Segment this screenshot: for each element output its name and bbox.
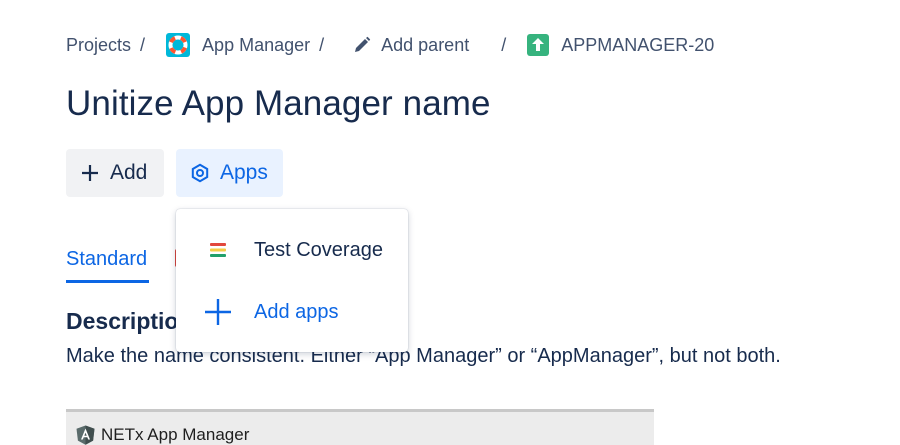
breadcrumb-separator: / xyxy=(319,34,325,55)
lifebuoy-icon xyxy=(166,33,191,57)
add-button[interactable]: Add xyxy=(66,149,164,197)
content-tabs: Standard xyxy=(66,246,185,283)
pencil-icon[interactable] xyxy=(353,36,371,54)
breadcrumb-issue-key[interactable]: APPMANAGER-20 xyxy=(561,35,714,56)
plus-icon xyxy=(80,163,100,183)
breadcrumb-separator: / xyxy=(501,34,507,55)
embed-title-text: NETx App Manager xyxy=(101,425,250,444)
apps-button-label: Apps xyxy=(220,161,268,184)
breadcrumb-separator: / xyxy=(140,34,146,55)
embed-title-bar: NETx App Manager xyxy=(76,425,249,445)
test-coverage-icon xyxy=(203,235,233,265)
breadcrumb: Projects / App Manager / Add parent / AP… xyxy=(66,33,714,57)
menu-item-label: Add apps xyxy=(254,300,339,323)
angular-logo-icon xyxy=(76,425,95,445)
menu-item-label: Test Coverage xyxy=(254,238,383,261)
breadcrumb-add-parent[interactable]: Add parent xyxy=(381,35,469,56)
tab-standard[interactable]: Standard xyxy=(66,246,149,283)
apps-hexagon-icon xyxy=(190,163,210,183)
apps-button[interactable]: Apps xyxy=(176,149,283,197)
embedded-window: NETx App Manager xyxy=(66,409,654,445)
description-heading: Description xyxy=(66,308,193,334)
menu-item-add-apps[interactable]: Add apps xyxy=(176,287,408,337)
add-button-label: Add xyxy=(110,161,148,184)
apps-dropdown-menu: Test Coverage Add apps xyxy=(176,209,408,352)
breadcrumb-projects[interactable]: Projects xyxy=(66,35,131,56)
breadcrumb-project[interactable]: App Manager xyxy=(202,35,310,56)
story-icon xyxy=(527,34,550,56)
embed-tab-indicator xyxy=(66,409,192,412)
page-title[interactable]: Unitize App Manager name xyxy=(66,84,491,124)
plus-icon xyxy=(203,297,233,327)
description-text[interactable]: Make the name consistent. Either “App Ma… xyxy=(66,345,781,368)
menu-item-test-coverage[interactable]: Test Coverage xyxy=(176,225,408,275)
